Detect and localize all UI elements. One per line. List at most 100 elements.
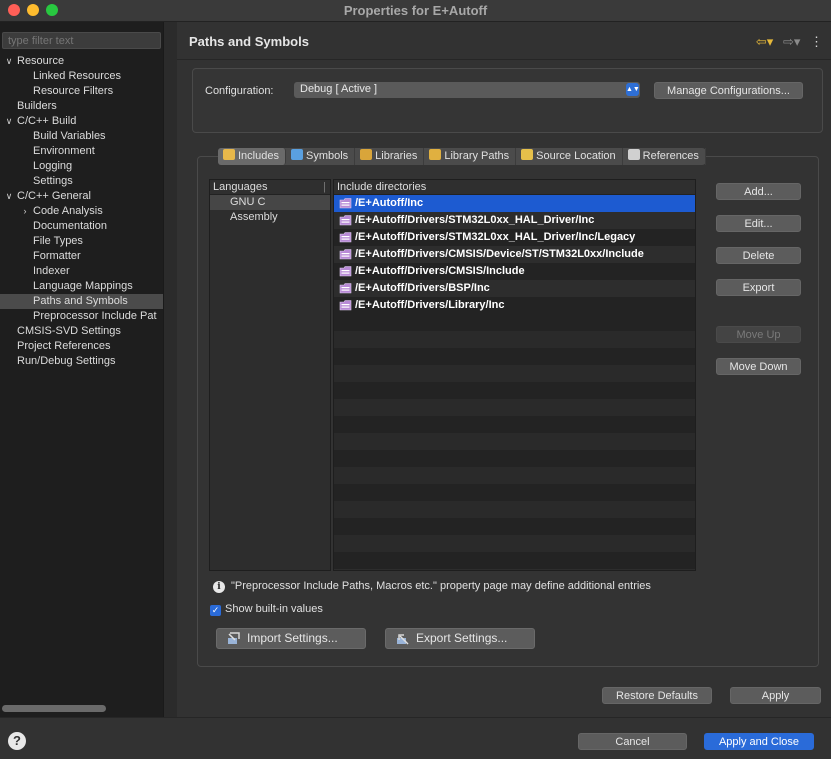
move-down-button[interactable]: Move Down	[716, 358, 801, 375]
apply-and-close-button[interactable]: Apply and Close	[704, 733, 814, 750]
sidebar-item-label: Environment	[33, 145, 95, 157]
sidebar-item-label: Code Analysis	[33, 205, 103, 217]
sidebar-item[interactable]: Linked Resources	[0, 69, 163, 84]
title-bar: Properties for E+Autoff	[0, 0, 831, 22]
include-directory-path: /E+Autoff/Drivers/Library/Inc	[355, 299, 505, 311]
include-directory-row[interactable]: /E+Autoff/Inc	[334, 195, 695, 212]
delete-button[interactable]: Delete	[716, 247, 801, 264]
tab-label: References	[642, 150, 699, 162]
languages-header[interactable]: Languages |	[210, 180, 330, 195]
sidebar-item-label: Preprocessor Include Pat	[33, 310, 157, 322]
column-resize-handle[interactable]: |	[323, 180, 326, 195]
sidebar-item[interactable]: Paths and Symbols	[0, 294, 163, 309]
include-directory-row[interactable]: /E+Autoff/Drivers/STM32L0xx_HAL_Driver/I…	[334, 212, 695, 229]
show-builtin-label[interactable]: Show built-in values	[225, 603, 323, 615]
sidebar-item[interactable]: CMSIS-SVD Settings	[0, 324, 163, 339]
include-directory-row[interactable]: /E+Autoff/Drivers/Library/Inc	[334, 297, 695, 314]
tab-symbols[interactable]: Symbols	[286, 148, 356, 165]
configuration-label: Configuration:	[205, 85, 274, 97]
sidebar-item[interactable]: Project References	[0, 339, 163, 354]
include-directory-path: /E+Autoff/Inc	[355, 197, 424, 209]
tab-includes[interactable]: Includes	[218, 148, 286, 165]
configuration-value: Debug [ Active ]	[300, 83, 378, 95]
chevron-down-icon[interactable]: ∨	[3, 54, 15, 69]
filter-input[interactable]	[2, 32, 161, 49]
help-icon[interactable]: ?	[8, 732, 26, 750]
include-directory-row[interactable]: /E+Autoff/Drivers/CMSIS/Device/ST/STM32L…	[334, 246, 695, 263]
add-button[interactable]: Add...	[716, 183, 801, 200]
sidebar-item[interactable]: ∨ Resource	[0, 54, 163, 69]
sidebar-item[interactable]: Documentation	[0, 219, 163, 234]
empty-row	[334, 535, 695, 552]
include-directory-path: /E+Autoff/Drivers/CMSIS/Device/ST/STM32L…	[355, 248, 644, 260]
references-icon	[627, 149, 640, 160]
library-paths-icon	[429, 149, 442, 160]
include-folder-icon	[339, 215, 352, 226]
tab-label: Symbols	[305, 150, 349, 162]
chevron-right-icon[interactable]: ›	[19, 204, 31, 219]
sidebar-item[interactable]: Environment	[0, 144, 163, 159]
tab-references[interactable]: References	[623, 148, 706, 165]
tab-library-paths[interactable]: Library Paths	[424, 148, 517, 165]
sidebar-scrollbar[interactable]	[2, 705, 106, 712]
sidebar-item-label: Settings	[33, 175, 73, 187]
restore-defaults-button[interactable]: Restore Defaults	[602, 687, 712, 704]
tab-label: Includes	[238, 150, 279, 162]
sidebar-item-label: Builders	[17, 100, 57, 112]
include-directory-row[interactable]: /E+Autoff/Drivers/CMSIS/Include	[334, 263, 695, 280]
include-directory-row[interactable]: /E+Autoff/Drivers/STM32L0xx_HAL_Driver/I…	[334, 229, 695, 246]
chevron-updown-icon: ▲▼	[626, 83, 640, 96]
sidebar-item[interactable]: Indexer	[0, 264, 163, 279]
include-directory-path: /E+Autoff/Drivers/STM32L0xx_HAL_Driver/I…	[355, 214, 595, 226]
show-builtin-row: ✓ Show built-in values	[210, 603, 323, 616]
move-up-button[interactable]: Move Up	[716, 326, 801, 343]
sidebar-item-label: Resource Filters	[33, 85, 114, 97]
sidebar-item[interactable]: ∨ C/C++ Build	[0, 114, 163, 129]
back-arrow-icon[interactable]: ⇦▾	[756, 34, 773, 49]
sidebar-item[interactable]: Language Mappings	[0, 279, 163, 294]
include-folder-icon	[339, 300, 352, 311]
tab-libraries[interactable]: Libraries	[355, 148, 425, 165]
cancel-button[interactable]: Cancel	[578, 733, 687, 750]
forward-arrow-icon[interactable]: ⇨▾	[783, 34, 800, 49]
language-item[interactable]: GNU C	[210, 195, 330, 210]
include-directories-header[interactable]: Include directories	[334, 180, 695, 195]
sidebar-item[interactable]: Formatter	[0, 249, 163, 264]
language-item[interactable]: Assembly	[210, 210, 330, 225]
export-button[interactable]: Export	[716, 279, 801, 296]
sidebar-item[interactable]: File Types	[0, 234, 163, 249]
tab-label: Library Paths	[444, 150, 510, 162]
sidebar-item-label: Project References	[17, 340, 111, 352]
sidebar-item[interactable]: Preprocessor Include Pat	[0, 309, 163, 324]
include-directory-row[interactable]: /E+Autoff/Drivers/BSP/Inc	[334, 280, 695, 297]
sidebar-item[interactable]: Resource Filters	[0, 84, 163, 99]
tab-source-location[interactable]: Source Location	[516, 148, 623, 165]
more-icon[interactable]: ⋮	[810, 34, 823, 49]
splitter[interactable]	[163, 22, 177, 717]
manage-configurations-button[interactable]: Manage Configurations...	[654, 82, 803, 99]
languages-list: Languages | GNU C Assembly	[209, 179, 331, 571]
sidebar-item[interactable]: Build Variables	[0, 129, 163, 144]
apply-button[interactable]: Apply	[730, 687, 821, 704]
import-settings-icon	[228, 632, 240, 644]
chevron-down-icon[interactable]: ∨	[3, 189, 15, 204]
sidebar-item[interactable]: Logging	[0, 159, 163, 174]
sidebar-item[interactable]: Builders	[0, 99, 163, 114]
include-folder-icon	[339, 283, 352, 294]
export-settings-button[interactable]: Export Settings...	[385, 628, 535, 649]
sidebar-item[interactable]: Settings	[0, 174, 163, 189]
import-settings-button[interactable]: Import Settings...	[216, 628, 366, 649]
sidebar-item-label: CMSIS-SVD Settings	[17, 325, 121, 337]
page-title: Paths and Symbols	[189, 34, 309, 49]
show-builtin-checkbox[interactable]: ✓	[210, 605, 221, 616]
configuration-select[interactable]: Debug [ Active ] ▲▼	[294, 82, 640, 98]
include-folder-icon	[339, 266, 352, 277]
sidebar-item[interactable]: Run/Debug Settings	[0, 354, 163, 369]
empty-row	[334, 382, 695, 399]
symbols-icon	[290, 149, 303, 160]
edit-button[interactable]: Edit...	[716, 215, 801, 232]
chevron-down-icon[interactable]: ∨	[3, 114, 15, 129]
sidebar-item[interactable]: › Code Analysis	[0, 204, 163, 219]
sidebar-item[interactable]: ∨ C/C++ General	[0, 189, 163, 204]
empty-row	[334, 433, 695, 450]
